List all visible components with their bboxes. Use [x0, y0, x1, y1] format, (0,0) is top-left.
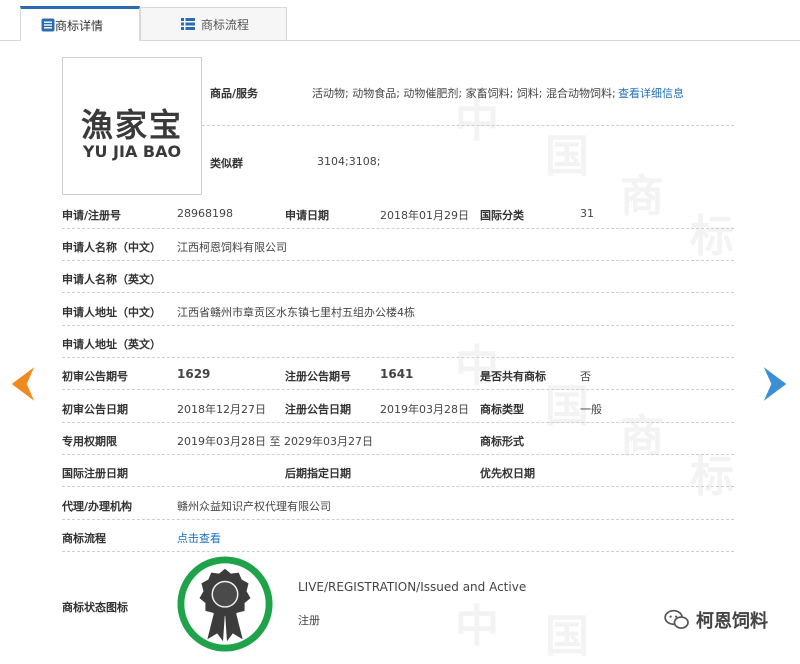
account-watermark: 柯恩饲料	[664, 604, 768, 636]
agent-value: 赣州众益知识产权代理有限公司	[177, 500, 331, 513]
tab-label: 商标流程	[201, 17, 250, 32]
tm-type-value: 一般	[580, 403, 602, 416]
account-name: 柯恩饲料	[696, 611, 768, 632]
trademark-logo-cn: 漁家宝	[80, 106, 183, 144]
registered-badge-icon	[177, 556, 273, 652]
status-en: LIVE/REGISTRATION/Issued and Active	[298, 580, 527, 594]
app-date-value: 2018年01月29日	[380, 209, 469, 222]
goods-value: 活动物; 动物食品; 动物催肥剂; 家畜饲料; 饲料; 混合动物饲料;	[312, 87, 616, 100]
agent-label: 代理/办理机构	[62, 500, 133, 513]
row-reg-no: 申请/注册号 28968198 申请日期 2018年01月29日 国际分类 31	[62, 197, 734, 229]
row-flow: 商标流程 点击查看	[62, 520, 734, 552]
flow-label: 商标流程	[62, 532, 106, 545]
address-en-label: 申请人地址（英文）	[62, 338, 161, 351]
shared-label: 是否共有商标	[480, 370, 546, 383]
goods-row: 商品/服务 活动物; 动物食品; 动物催肥剂; 家畜饲料; 饲料; 混合动物饲料…	[202, 57, 734, 126]
row-prelim-no: 初审公告期号 1629 注册公告期号 1641 是否共有商标 否	[62, 358, 734, 390]
tab-bar: 商标详情 商标流程	[0, 0, 800, 41]
next-arrow-icon[interactable]	[762, 364, 790, 404]
reg-no-label: 申请/注册号	[62, 209, 122, 222]
row-intl-reg-date: 国际注册日期 后期指定日期 优先权日期	[62, 455, 734, 487]
wechat-icon	[664, 609, 689, 629]
reg-pub-date-label: 注册公告日期	[285, 403, 351, 416]
applicant-en-label: 申请人名称（英文）	[62, 273, 161, 286]
row-term: 专用权期限 2019年03月28日 至 2029年03月27日 商标形式	[62, 423, 734, 455]
row-address-en: 申请人地址（英文）	[62, 326, 734, 358]
reg-no-value: 28968198	[177, 207, 233, 220]
tab-trademark-detail[interactable]: 商标详情	[20, 6, 140, 41]
row-address-cn: 申请人地址（中文） 江西省赣州市章贡区水东镇七里村五组办公楼4栋	[62, 294, 734, 326]
prelim-no-label: 初审公告期号	[62, 370, 128, 383]
row-prelim-date: 初审公告日期 2018年12月27日 注册公告日期 2019年03月28日 商标…	[62, 391, 734, 423]
tab-trademark-flow[interactable]: 商标流程	[140, 7, 287, 40]
prelim-no-value: 1629	[177, 367, 211, 381]
tm-type-label: 商标类型	[480, 403, 524, 416]
list-icon	[41, 18, 55, 32]
priority-label: 优先权日期	[480, 467, 535, 480]
goods-label: 商品/服务	[210, 87, 259, 100]
shared-value: 否	[580, 370, 591, 383]
flow-link[interactable]: 点击查看	[177, 530, 221, 546]
row-applicant-en: 申请人名称（英文）	[62, 261, 734, 293]
grid-list-icon	[181, 18, 195, 30]
term-value: 2019年03月28日 至 2029年03月27日	[177, 435, 373, 448]
row-applicant-cn: 申请人名称（中文） 江西柯恩饲料有限公司	[62, 229, 734, 261]
address-cn-label: 申请人地址（中文）	[62, 306, 161, 319]
prev-arrow-icon[interactable]	[8, 364, 36, 404]
status-icon-label: 商标状态图标	[62, 601, 128, 614]
applicant-cn-value: 江西柯恩饲料有限公司	[177, 241, 287, 254]
trademark-image: 漁家宝 YU JIA BAO	[62, 57, 202, 195]
app-date-label: 申请日期	[285, 209, 329, 222]
reg-pub-date-value: 2019年03月28日	[380, 403, 469, 416]
address-cn-value: 江西省赣州市章贡区水东镇七里村五组办公楼4栋	[177, 306, 415, 319]
intl-class-value: 31	[580, 207, 594, 220]
tm-form-label: 商标形式	[480, 435, 524, 448]
row-status-icon: 商标状态图标 LIVE/REGISTRATION/Issued and Acti…	[62, 553, 734, 655]
term-label: 专用权期限	[62, 435, 117, 448]
similar-label: 类似群	[210, 157, 243, 170]
status-cn: 注册	[298, 614, 320, 627]
reg-pub-no-value: 1641	[380, 367, 414, 381]
applicant-cn-label: 申请人名称（中文）	[62, 241, 161, 254]
intl-class-label: 国际分类	[480, 209, 524, 222]
prelim-date-value: 2018年12月27日	[177, 403, 266, 416]
tab-label: 商标详情	[55, 18, 104, 33]
goods-more-link[interactable]: 查看详细信息	[618, 85, 684, 101]
similar-value: 3104;3108;	[317, 155, 381, 168]
reg-pub-no-label: 注册公告期号	[285, 370, 351, 383]
row-agent: 代理/办理机构 赣州众益知识产权代理有限公司	[62, 488, 734, 520]
similar-row: 类似群 3104;3108;	[202, 125, 734, 195]
later-date-label: 后期指定日期	[285, 467, 351, 480]
trademark-logo-en: YU JIA BAO	[82, 142, 182, 161]
intl-reg-date-label: 国际注册日期	[62, 467, 128, 480]
prelim-date-label: 初审公告日期	[62, 403, 128, 416]
